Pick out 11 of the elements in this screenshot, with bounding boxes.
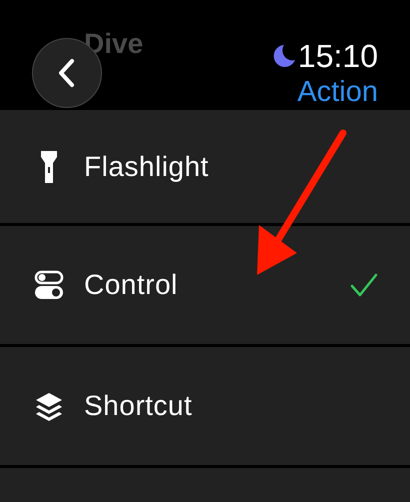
list-item[interactable]: Flashlight [0,110,410,223]
clock-time: 15:10 [298,38,378,74]
list-item[interactable]: Control [0,226,410,344]
item-label: Control [84,269,178,301]
toggles-icon [34,270,64,300]
list-item[interactable]: Shortcut [0,347,410,465]
screen-title: Action [297,75,378,110]
stack-icon [34,391,64,421]
item-label: Flashlight [84,150,209,182]
item-label: Shortcut [84,390,192,422]
checkmark-icon [350,273,378,297]
